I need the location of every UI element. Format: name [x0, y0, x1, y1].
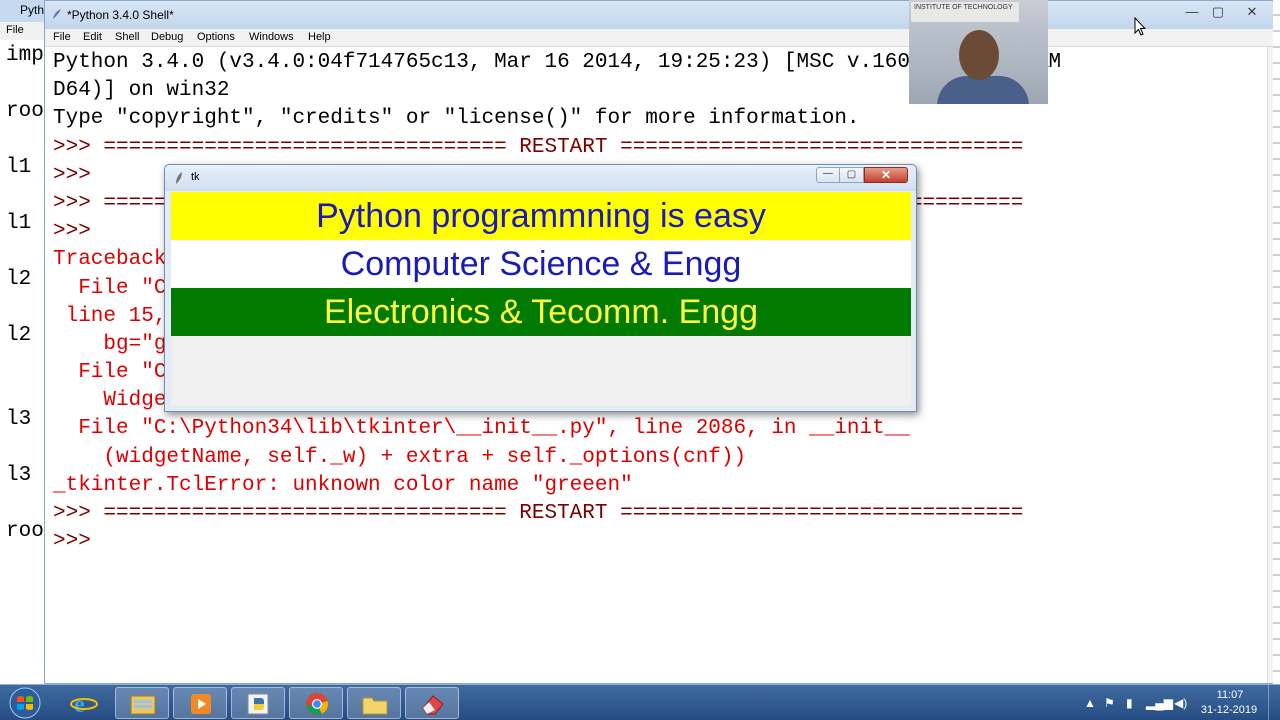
action-center-icon[interactable]: ⚑ — [1104, 696, 1115, 710]
tk-minimize-button[interactable]: — — [816, 167, 840, 183]
tk-label-computer-science: Computer Science & Engg — [171, 240, 911, 288]
background-editor-menu-file[interactable]: File — [6, 24, 24, 36]
taskbar-file-explorer[interactable] — [115, 687, 169, 719]
background-code-line: l1 — [6, 156, 32, 179]
shell-menubar: File Edit Shell Debug Options Windows He… — [45, 29, 1279, 47]
webcam-overlay: INSTITUTE OF TECHNOLOGY — [909, 0, 1048, 104]
menu-debug[interactable]: Debug — [151, 31, 183, 43]
windows-logo-icon — [9, 687, 41, 719]
tk-client-area: Python programmning is easy Computer Sci… — [171, 192, 911, 406]
battery-icon[interactable]: ▮ — [1126, 696, 1133, 710]
background-code-line: roo — [6, 520, 44, 543]
background-code-line: l1 — [6, 212, 32, 235]
tk-feather-icon — [176, 172, 182, 184]
shell-output-line: >>> ================================ RES… — [53, 502, 1024, 525]
background-code-line: imp — [6, 44, 44, 67]
background-code-line: roo — [6, 100, 44, 123]
clock-date[interactable]: 31-12-2019 — [1196, 704, 1262, 716]
media-player-icon — [191, 694, 211, 714]
maximize-button[interactable]: ▢ — [1205, 3, 1231, 21]
background-editor-menubar: File — [0, 22, 48, 40]
taskbar-folder[interactable] — [347, 687, 401, 719]
menu-edit[interactable]: Edit — [83, 31, 102, 43]
shell-window-title: *Python 3.4.0 Shell* — [67, 8, 174, 22]
taskbar-python-idle[interactable] — [231, 687, 285, 719]
svg-text:e: e — [74, 692, 85, 715]
network-icon[interactable]: ▂▄▆ — [1146, 696, 1173, 710]
shell-output-line: Python 3.4.0 (v3.4.0:04f714765c13, Mar 1… — [53, 51, 1062, 74]
taskbar-chrome[interactable] — [289, 687, 343, 719]
shell-titlebar[interactable]: *Python 3.4.0 Shell* — ▢ ✕ — [45, 1, 1279, 29]
webcam-sign: INSTITUTE OF TECHNOLOGY — [911, 2, 1019, 22]
menu-options[interactable]: Options — [197, 31, 235, 43]
background-code-line: l2 — [6, 268, 32, 291]
background-editor-titlebar[interactable]: Pyth — [0, 0, 48, 22]
background-editor-window[interactable]: Pyth File imp roo l1 l1 l2 l2 l3 l3 roo — [0, 0, 48, 684]
taskbar-internet-explorer[interactable]: e — [57, 687, 111, 719]
taskbar-eraser-tool[interactable] — [405, 687, 459, 719]
menu-file[interactable]: File — [53, 31, 71, 43]
tk-window-title: tk — [191, 171, 200, 183]
folder-icon — [362, 697, 388, 715]
shell-output-line: (widgetName, self._w) + extra + self._op… — [53, 445, 747, 469]
chrome-icon — [306, 693, 328, 715]
python-feather-icon — [53, 9, 61, 19]
presenter-body — [937, 76, 1029, 104]
taskbar: e ▲ ⚑ ▮ ▂▄▆ ◀) 11:07 31-12-2019 — [0, 684, 1280, 720]
taskbar-media-player[interactable] — [173, 687, 227, 719]
shell-output-line: D64)] on win32 — [53, 79, 230, 103]
shell-output-line: File "C:\Python34\lib\tkinter\__init__.p… — [53, 417, 910, 441]
background-window-edge — [1273, 0, 1280, 684]
show-hidden-icons-icon[interactable]: ▲ — [1084, 696, 1096, 710]
file-explorer-icon — [130, 695, 156, 715]
tk-label-python: Python programmning is easy — [171, 192, 911, 240]
shell-output-line: >>> ================================ RES… — [53, 135, 1024, 159]
tk-label-electronics: Electronics & Tecomm. Engg — [171, 288, 911, 336]
start-button[interactable] — [4, 687, 46, 719]
internet-explorer-icon: e — [70, 692, 98, 715]
presenter-head — [959, 30, 999, 80]
tk-close-button[interactable]: ✕ — [864, 167, 908, 183]
shell-output-line: _tkinter.TclError: unknown color name "g… — [53, 473, 633, 497]
python-idle-icon — [247, 693, 269, 715]
shell-output-line: >>> — [53, 530, 104, 554]
close-button[interactable]: ✕ — [1239, 3, 1265, 21]
eraser-icon — [422, 695, 444, 715]
tk-maximize-button[interactable]: ▢ — [840, 167, 864, 183]
mouse-cursor-icon — [1134, 17, 1146, 36]
tk-window[interactable]: tk — ▢ ✕ Python programmning is easy Com… — [164, 164, 917, 412]
background-code-line: l3 — [6, 408, 32, 431]
background-code-line: l2 — [6, 324, 32, 347]
menu-shell[interactable]: Shell — [115, 31, 139, 43]
show-desktop-button[interactable] — [1268, 685, 1280, 720]
clock-time[interactable]: 11:07 — [1200, 689, 1260, 701]
tk-titlebar[interactable]: tk — ▢ ✕ — [165, 165, 916, 191]
menu-windows[interactable]: Windows — [249, 31, 294, 43]
background-code-line: l3 — [6, 464, 32, 487]
minimize-button[interactable]: — — [1179, 3, 1205, 21]
shell-output-line: Type "copyright", "credits" or "license(… — [53, 107, 860, 131]
menu-help[interactable]: Help — [308, 31, 331, 43]
volume-icon[interactable]: ◀) — [1174, 696, 1187, 710]
